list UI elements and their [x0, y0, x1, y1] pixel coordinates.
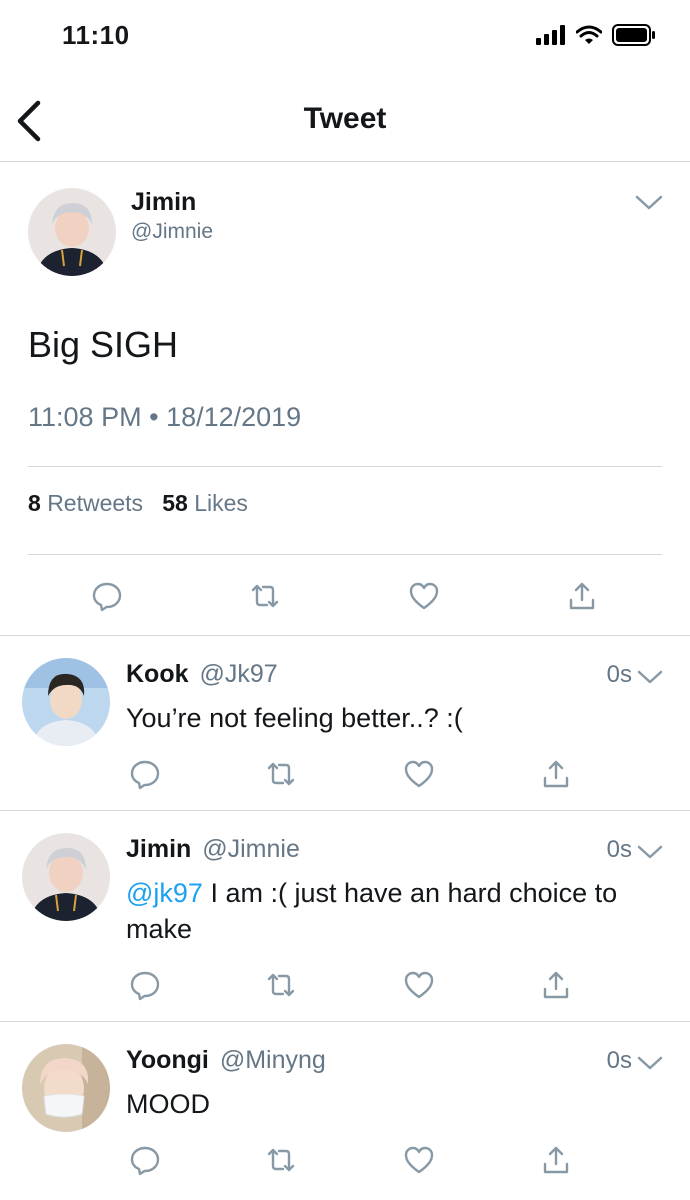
- share-icon: [543, 971, 569, 999]
- share-icon: [569, 582, 595, 610]
- reply-button[interactable]: [127, 967, 163, 1003]
- likes-stat[interactable]: 58 Likes: [162, 490, 248, 516]
- reply-icon: [130, 971, 160, 1001]
- like-button[interactable]: [406, 578, 442, 614]
- share-button[interactable]: [538, 967, 574, 1003]
- share-icon: [543, 1146, 569, 1174]
- reply-author-name[interactable]: Jimin: [126, 835, 191, 863]
- tweet-actions: [0, 576, 690, 616]
- reply-author-handle[interactable]: @Jimnie: [202, 835, 300, 863]
- retweet-button[interactable]: [263, 756, 299, 792]
- like-button[interactable]: [401, 756, 437, 792]
- reply-options-button[interactable]: [636, 1054, 664, 1074]
- retweet-icon: [251, 584, 279, 608]
- reply-author-handle[interactable]: @Minyng: [220, 1046, 326, 1074]
- likes-label: Likes: [194, 490, 248, 516]
- avatar[interactable]: [22, 833, 110, 921]
- like-button[interactable]: [401, 1142, 437, 1178]
- reply-options-button[interactable]: [636, 843, 664, 863]
- chevron-down-icon: [635, 195, 663, 210]
- divider: [28, 554, 662, 555]
- avatar[interactable]: [22, 658, 110, 746]
- share-button[interactable]: [538, 756, 574, 792]
- retweet-icon: [267, 973, 295, 997]
- tweet-text: Big SIGH: [28, 324, 179, 365]
- reply-text: MOOD: [126, 1089, 210, 1119]
- reply-time: 0s: [606, 1047, 632, 1074]
- share-button[interactable]: [564, 578, 600, 614]
- reply-tweet[interactable]: Jimin @Jimnie 0s @jk97 I am :( just have…: [0, 811, 690, 1022]
- reply-button[interactable]: [89, 578, 125, 614]
- like-icon: [404, 971, 434, 999]
- tweet-options-button[interactable]: [634, 192, 664, 214]
- retweet-button[interactable]: [263, 1142, 299, 1178]
- retweet-icon: [267, 762, 295, 786]
- reply-author-name[interactable]: Kook: [126, 660, 189, 688]
- status-bar: 11:10: [0, 0, 690, 70]
- likes-count: 58: [162, 490, 188, 516]
- retweet-button[interactable]: [247, 578, 283, 614]
- reply-actions: [0, 756, 690, 796]
- reply-text: You’re not feeling better..? :(: [126, 703, 463, 733]
- tweet-time: 11:08 PM: [28, 402, 142, 432]
- reply-header: Yoongi @Minyng: [126, 1046, 326, 1075]
- reply-author-name[interactable]: Yoongi: [126, 1046, 209, 1074]
- reply-button[interactable]: [127, 756, 163, 792]
- reply-time: 0s: [606, 661, 632, 688]
- signal-icon: [536, 25, 565, 45]
- retweet-icon: [267, 1148, 295, 1172]
- chevron-down-icon: [637, 1056, 663, 1070]
- like-icon: [404, 760, 434, 788]
- like-icon: [404, 1146, 434, 1174]
- reply-tweet[interactable]: Kook @Jk97 0s You’re not feeling better.…: [0, 636, 690, 811]
- tweet-date: 18/12/2019: [166, 402, 302, 432]
- reply-time: 0s: [606, 836, 632, 863]
- tweet-timestamp: 11:08 PM • 18/12/2019: [28, 402, 301, 433]
- reply-header: Jimin @Jimnie: [126, 835, 300, 864]
- reply-icon: [92, 582, 122, 612]
- status-icons: [536, 24, 656, 46]
- retweets-stat[interactable]: 8 Retweets: [28, 490, 143, 516]
- main-tweet: Jimin @Jimnie Big SIGH 11:08 PM • 18/12/…: [0, 162, 690, 636]
- reply-icon: [130, 1146, 160, 1176]
- retweets-count: 8: [28, 490, 41, 516]
- share-button[interactable]: [538, 1142, 574, 1178]
- battery-icon: [612, 24, 655, 46]
- mention-link[interactable]: @jk97: [126, 878, 203, 908]
- nav-header: Tweet: [0, 80, 690, 162]
- reply-author-handle[interactable]: @Jk97: [199, 660, 277, 688]
- like-button[interactable]: [401, 967, 437, 1003]
- author-handle[interactable]: @Jimnie: [131, 220, 213, 244]
- divider: [28, 466, 662, 467]
- chevron-down-icon: [637, 670, 663, 684]
- reply-button[interactable]: [127, 1142, 163, 1178]
- reply-options-button[interactable]: [636, 668, 664, 688]
- share-icon: [543, 760, 569, 788]
- reply-text: @jk97 I am :( just have an hard choice t…: [126, 875, 646, 947]
- reply-actions: [0, 1142, 690, 1182]
- retweet-button[interactable]: [263, 967, 299, 1003]
- like-icon: [409, 582, 439, 610]
- tweet-stats: 8 Retweets 58 Likes: [28, 490, 248, 517]
- page-title: Tweet: [303, 102, 387, 135]
- retweets-label: Retweets: [47, 490, 144, 516]
- reply-icon: [130, 760, 160, 790]
- chevron-down-icon: [637, 845, 663, 859]
- reply-header: Kook @Jk97: [126, 660, 278, 689]
- status-time: 11:10: [62, 20, 130, 50]
- meta-separator: •: [149, 402, 159, 432]
- wifi-icon: [576, 25, 602, 44]
- avatar[interactable]: [22, 1044, 110, 1132]
- reply-actions: [0, 967, 690, 1007]
- avatar[interactable]: [28, 188, 116, 276]
- author-name[interactable]: Jimin: [131, 188, 196, 217]
- reply-tweet[interactable]: Yoongi @Minyng 0s MOOD: [0, 1022, 690, 1200]
